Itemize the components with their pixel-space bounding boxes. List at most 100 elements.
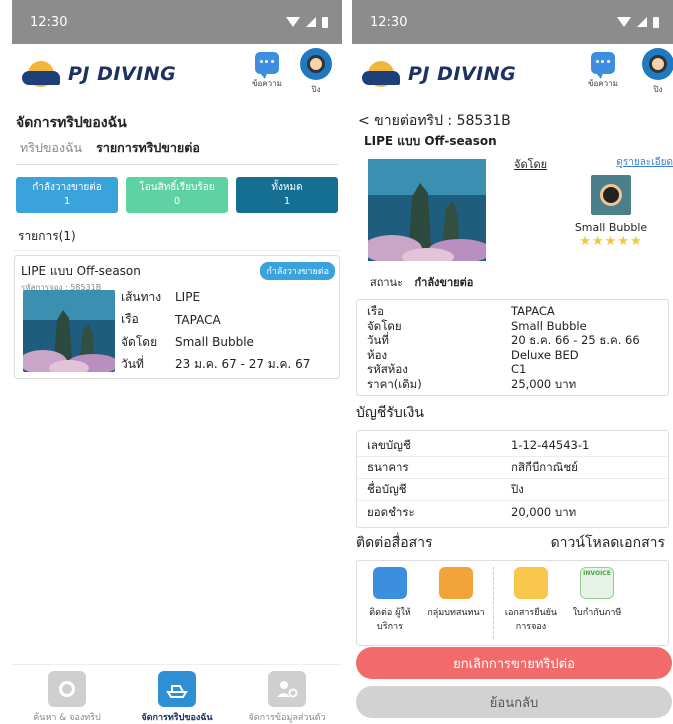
trip-card[interactable]: LIPE แบบ Off-season รหัสการจอง : 58531B … bbox=[14, 255, 340, 379]
operator-name: Small Bubble bbox=[574, 221, 648, 234]
info-key: เรือ bbox=[367, 304, 385, 318]
app-header: PJ DIVING ข้อความ ปิง bbox=[352, 44, 673, 104]
detail-key: เส้นทาง bbox=[121, 289, 162, 304]
back-title[interactable]: < ขายต่อทริป : 58531B bbox=[352, 104, 673, 132]
operator-card[interactable]: Small Bubble ★★★★★ bbox=[566, 175, 656, 249]
status-card-count: 1 bbox=[63, 196, 71, 207]
list-heading: รายการ(1) bbox=[14, 223, 340, 251]
brand-name: PJ DIVING bbox=[408, 63, 517, 85]
nav-label: ค้นหา & จองทริป bbox=[33, 713, 101, 723]
boat-icon bbox=[158, 671, 196, 707]
messages-label: ข้อความ bbox=[588, 79, 618, 88]
tab-resale-trips[interactable]: รายการทริปขายต่อ bbox=[96, 138, 200, 158]
cancel-resale-button[interactable]: ยกเลิกการขายทริปต่อ bbox=[356, 647, 672, 679]
resale-detail-screen: 12:30 PJ DIVING ข้อความ ปิง < ขายต่อทริป… bbox=[352, 0, 673, 724]
info-key: รหัสห้อง bbox=[367, 362, 408, 376]
contact-title: ติดต่อสื่อสาร bbox=[356, 535, 433, 551]
wifi-icon bbox=[286, 17, 300, 27]
chat-icon bbox=[590, 52, 615, 79]
search-icon bbox=[48, 671, 86, 707]
status-card-label: กำลังวางขายต่อ bbox=[32, 182, 102, 193]
status-card-count: 1 bbox=[283, 196, 291, 207]
booking-confirmation-button[interactable]: เอกสารยืนยัน การจอง bbox=[498, 561, 564, 645]
user-settings-icon bbox=[268, 671, 306, 707]
status-label: สถานะ bbox=[370, 276, 403, 289]
wifi-icon bbox=[617, 17, 631, 27]
avatar bbox=[300, 48, 332, 80]
status-line: สถานะ กำลังขายต่อ bbox=[352, 261, 673, 297]
messages-button[interactable]: ข้อความ bbox=[252, 52, 282, 90]
nav-search-book[interactable]: ค้นหา & จองทริป bbox=[12, 665, 122, 724]
invoice-icon: INVOICE bbox=[580, 567, 614, 599]
my-trips-screen: 12:30 PJ DIVING ข้อความ ปิง จัดการทริปขอ… bbox=[12, 0, 342, 724]
info-value: C1 bbox=[511, 362, 527, 376]
nav-label: จัดการทริปของฉัน bbox=[141, 713, 213, 723]
download-title: ดาวน์โหลดเอกสาร bbox=[550, 535, 665, 551]
group-chat-button[interactable]: กลุ่มบทสนทนา bbox=[423, 561, 489, 645]
button-label: ติดต่อ ผู้ให้บริการ bbox=[369, 608, 411, 632]
status-card-count: 0 bbox=[173, 196, 181, 207]
messages-button[interactable]: ข้อความ bbox=[588, 52, 618, 90]
status-card-all[interactable]: ทั้งหมด 1 bbox=[236, 177, 338, 213]
account-value: 1-12-44543-1 bbox=[511, 438, 590, 453]
subtabs: ทริปของฉัน รายการทริปขายต่อ bbox=[16, 136, 338, 165]
status-card-transferred[interactable]: โอนสิทธิ์เรียบร้อย 0 bbox=[126, 177, 228, 213]
calendar-check-icon bbox=[514, 567, 548, 599]
avatar bbox=[642, 48, 673, 80]
info-key: ห้อง bbox=[367, 347, 388, 362]
detail-value: 23 ม.ค. 67 - 27 ม.ค. 67 bbox=[175, 357, 311, 372]
info-value: 25,000 บาท bbox=[511, 376, 577, 391]
status-bar: 12:30 bbox=[12, 0, 342, 44]
account-key: ชื่อบัญชี bbox=[367, 482, 407, 497]
status-card-label: โอนสิทธิ์เรียบร้อย bbox=[139, 182, 215, 193]
info-value: Small Bubble bbox=[511, 318, 587, 333]
account-box: เลขบัญชี 1-12-44543-1 ธนาคาร กสิกีบีกาณิชย… bbox=[356, 430, 669, 528]
profile-button[interactable]: ปิง bbox=[300, 48, 332, 96]
trip-image bbox=[23, 290, 115, 372]
back-button[interactable]: ย้อนกลับ bbox=[356, 686, 672, 718]
info-key: ราคา(เดิม) bbox=[367, 376, 422, 391]
divider bbox=[493, 567, 494, 639]
chat-icon bbox=[254, 52, 279, 79]
nav-manage-trips[interactable]: จัดการทริปของฉัน bbox=[122, 665, 232, 724]
account-value: 20,000 บาท bbox=[511, 504, 577, 519]
status-card-label: ทั้งหมด bbox=[271, 182, 303, 193]
account-section-title: บัญชีรับเงิน bbox=[356, 405, 424, 421]
app-header: PJ DIVING ข้อความ ปิง bbox=[12, 44, 342, 104]
detail-value: LIPE bbox=[175, 290, 201, 305]
tax-invoice-button[interactable]: INVOICE ใบกำกับภาษี bbox=[564, 561, 630, 645]
detail-value: Small Bubble bbox=[175, 335, 254, 350]
page-title: จัดการทริปของฉัน bbox=[16, 115, 127, 131]
status-badge: กำลังวางขายต่อ bbox=[260, 262, 335, 280]
trip-summary: จัดโดย ดูรายละเอียด Small Bubble ★★★★★ bbox=[352, 151, 673, 261]
status-time: 12:30 bbox=[370, 14, 408, 30]
invoice-icon-label: INVOICE bbox=[583, 570, 611, 577]
status-bar: 12:30 bbox=[352, 0, 673, 44]
view-details-link[interactable]: ดูรายละเอียด bbox=[616, 155, 673, 170]
info-value: 20 ธ.ค. 66 - 25 ธ.ค. 66 bbox=[511, 333, 640, 347]
profile-label: ปิง bbox=[311, 85, 321, 94]
battery-icon bbox=[653, 16, 659, 28]
chat-icon bbox=[373, 567, 407, 599]
button-label: กลุ่มบทสนทนา bbox=[427, 608, 485, 618]
info-value: Deluxe BED bbox=[511, 347, 579, 362]
contact-operator-button[interactable]: ติดต่อ ผู้ให้บริการ bbox=[357, 561, 423, 645]
battery-icon bbox=[322, 16, 328, 28]
button-label: เอกสารยืนยัน การจอง bbox=[504, 608, 558, 632]
trip-image bbox=[368, 159, 486, 261]
tab-my-trips[interactable]: ทริปของฉัน bbox=[20, 138, 82, 158]
detail-key: เรือ bbox=[121, 312, 139, 327]
info-value: TAPACA bbox=[511, 304, 555, 318]
nav-label: จัดการข้อมูลส่วนตัว bbox=[248, 713, 326, 723]
group-chat-icon bbox=[439, 567, 473, 599]
status-card-selling[interactable]: กำลังวางขายต่อ 1 bbox=[16, 177, 118, 213]
status-time: 12:30 bbox=[30, 14, 68, 30]
profile-label: ปิง bbox=[653, 85, 663, 94]
status-value: กำลังขายต่อ bbox=[414, 276, 474, 289]
nav-profile-settings[interactable]: จัดการข้อมูลส่วนตัว bbox=[232, 665, 342, 724]
account-key: ยอดชำระ bbox=[367, 504, 415, 519]
signal-icon bbox=[306, 17, 316, 27]
profile-button[interactable]: ปิง bbox=[642, 48, 673, 96]
detail-key: จัดโดย bbox=[121, 334, 158, 349]
trip-info-box: เรือ TAPACA จัดโดย Small Bubble วันที่ 20 ธ… bbox=[356, 299, 669, 396]
